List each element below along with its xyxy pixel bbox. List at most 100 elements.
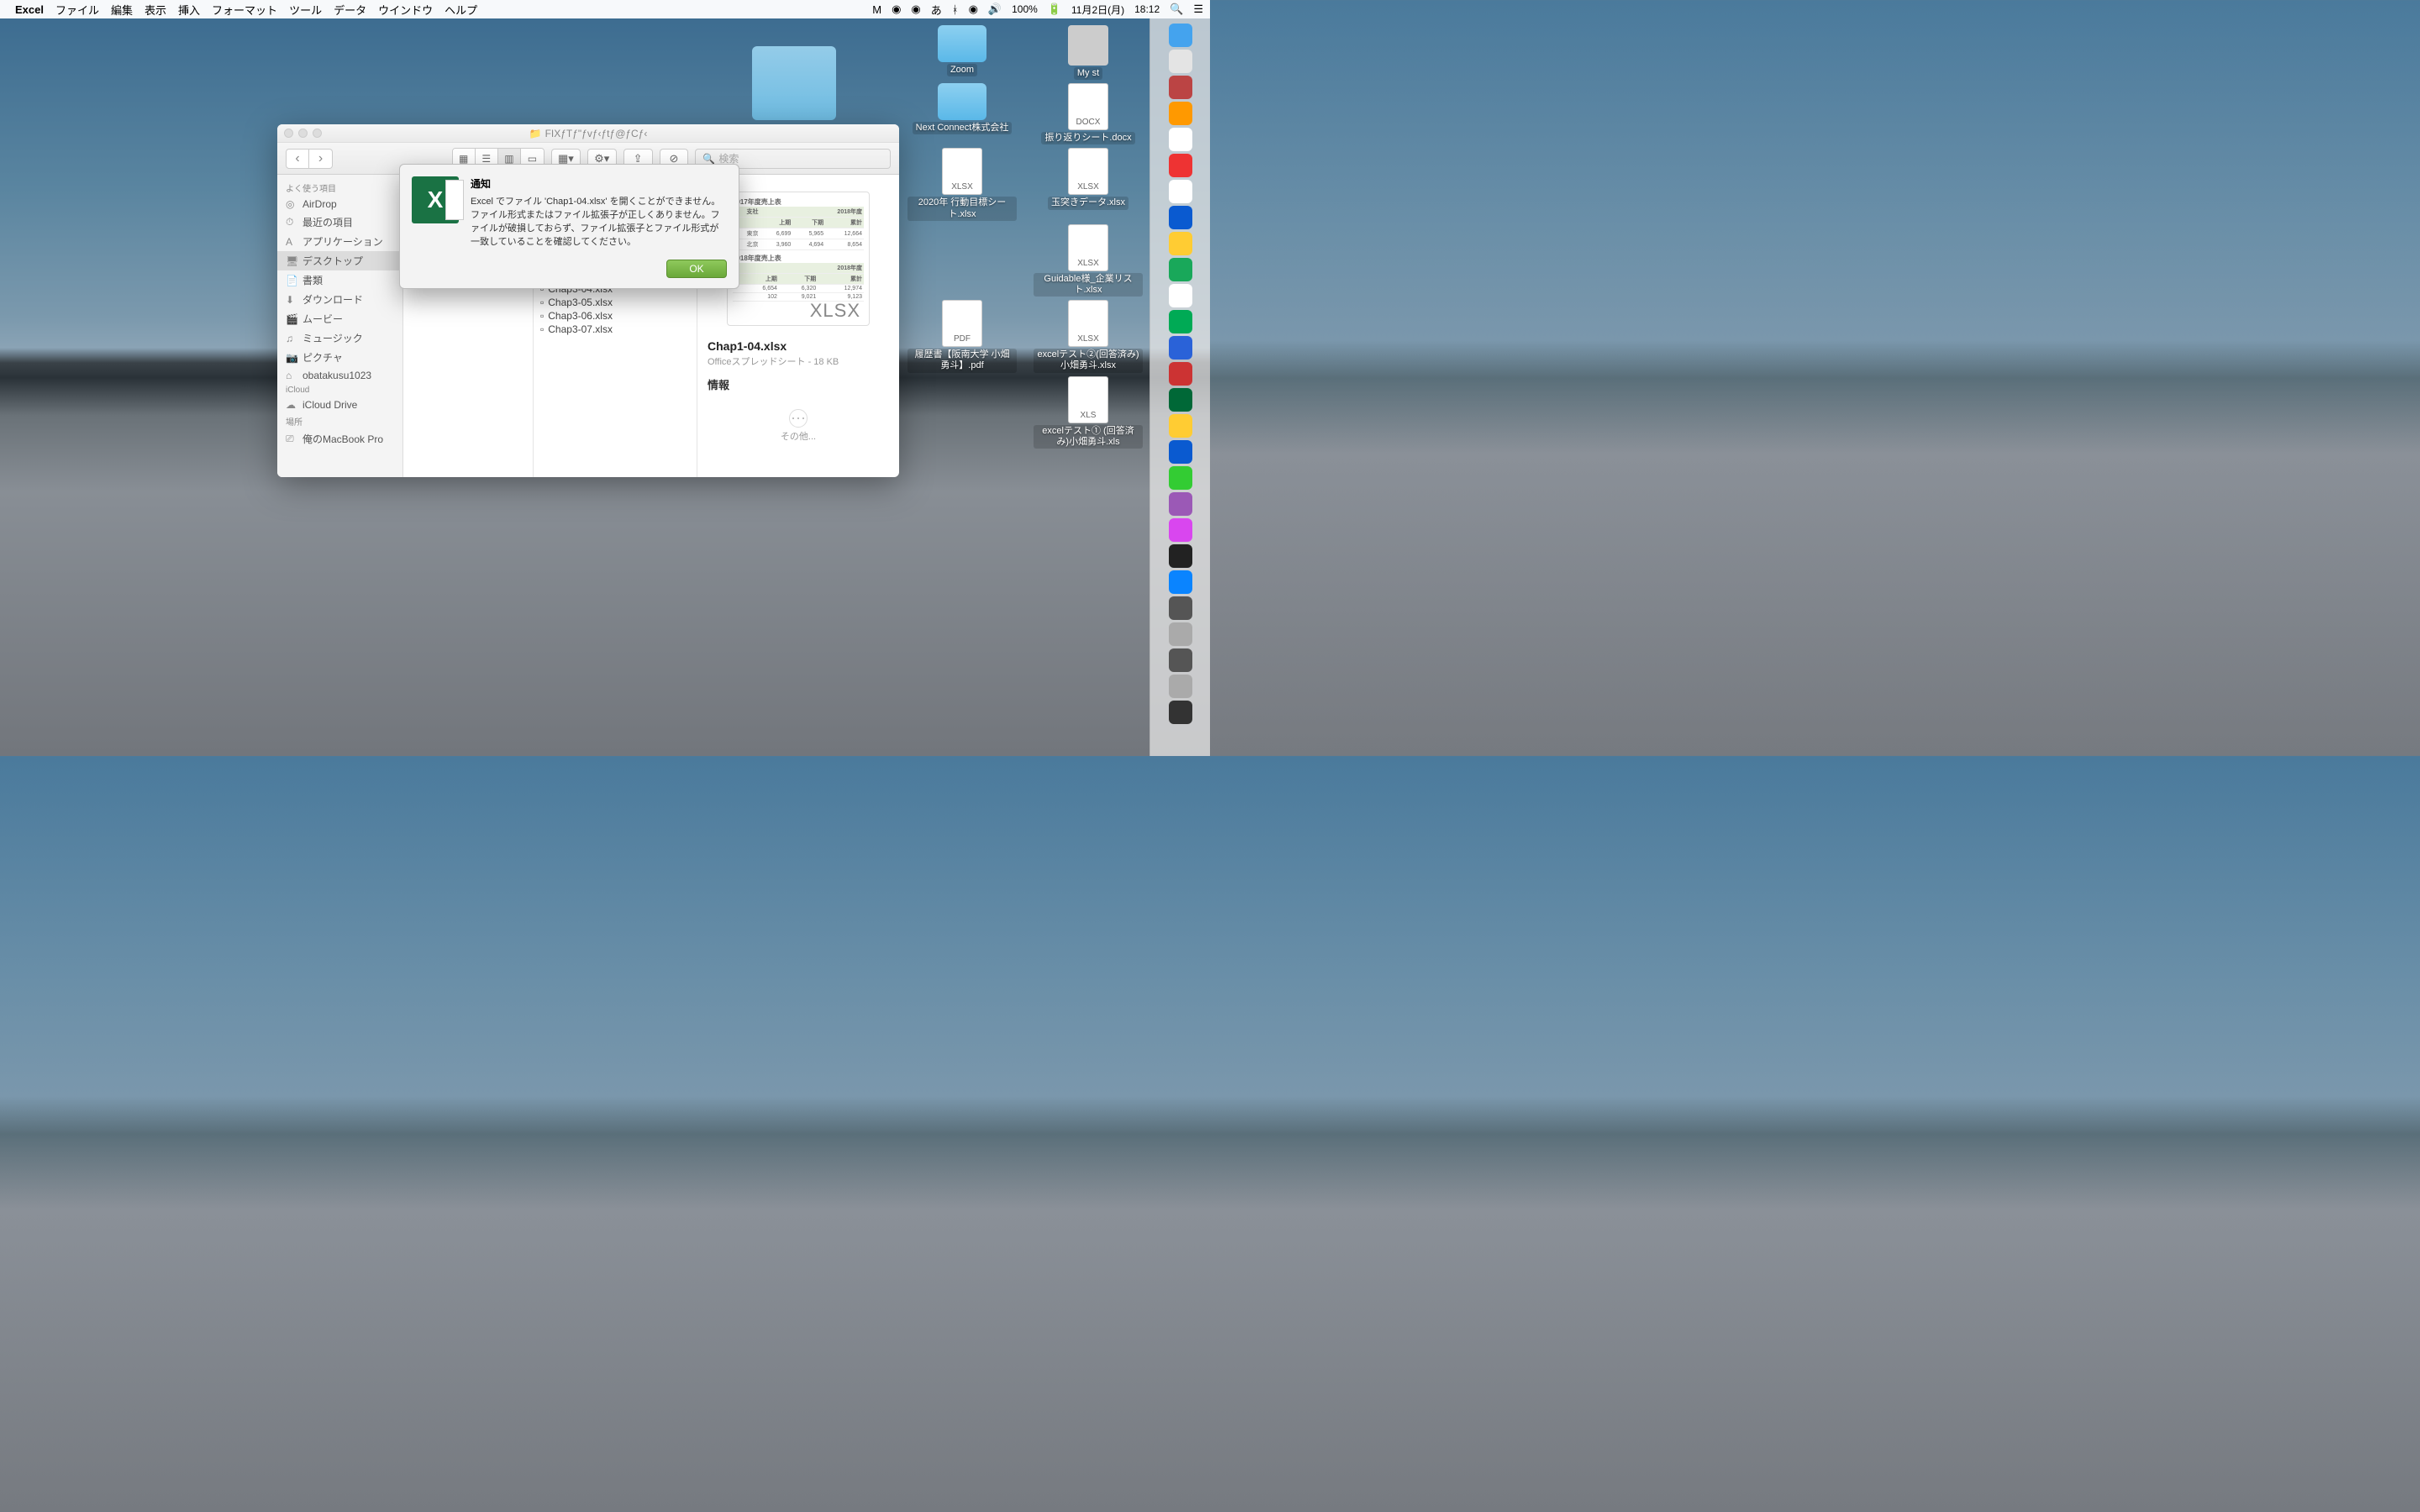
app-menu[interactable]: Excel — [15, 3, 44, 16]
sidebar-item[interactable]: 📄書類 — [277, 270, 402, 290]
wifi-icon[interactable]: ◉ — [969, 3, 978, 16]
dock-app-icon[interactable] — [1169, 128, 1192, 151]
desktop-item[interactable]: XLSXGuidable様_企業リスト.xlsx — [1034, 224, 1143, 297]
dock-app-icon[interactable] — [1169, 596, 1192, 620]
minimize-button[interactable] — [298, 129, 308, 138]
dock-app-icon[interactable] — [1169, 414, 1192, 438]
sidebar-favorites-label: よく使う項目 — [277, 180, 402, 196]
desktop-item[interactable]: XLSXexcelテスト②(回答済み)小畑勇斗.xlsx — [1034, 300, 1143, 372]
file-icon: XLSX — [1068, 300, 1108, 347]
dock-app-icon[interactable] — [1169, 701, 1192, 724]
dock-app-icon[interactable] — [1169, 76, 1192, 99]
sidebar-icon: ⬇ — [286, 294, 297, 306]
sidebar-item[interactable]: ◎AirDrop — [277, 196, 402, 213]
sidebar-item[interactable]: ☁iCloud Drive — [277, 396, 402, 413]
dock-app-icon[interactable] — [1169, 648, 1192, 672]
dock-app-icon[interactable] — [1169, 102, 1192, 125]
menu-help[interactable]: ヘルプ — [445, 2, 477, 18]
sidebar-item[interactable]: 📷ピクチャ — [277, 348, 402, 367]
bluetooth-icon[interactable]: ᚼ — [952, 3, 959, 16]
sidebar-item-label: ミュージック — [302, 331, 363, 345]
battery-icon[interactable]: 🔋 — [1048, 3, 1061, 16]
menu-edit[interactable]: 編集 — [111, 2, 133, 18]
menu-tools[interactable]: ツール — [289, 2, 322, 18]
forward-button[interactable]: › — [309, 149, 333, 169]
desktop-item[interactable]: Next Connect株式会社 — [908, 83, 1017, 144]
dock-app-icon[interactable] — [1169, 570, 1192, 594]
dock-app-icon[interactable] — [1169, 232, 1192, 255]
zoom-button[interactable] — [313, 129, 322, 138]
desktop-item[interactable]: XLSX玉突きデータ.xlsx — [1034, 148, 1143, 220]
menu-insert[interactable]: 挿入 — [178, 2, 200, 18]
sidebar-item[interactable]: ⎚俺のMacBook Pro — [277, 429, 402, 449]
ok-button[interactable]: OK — [666, 260, 727, 278]
more-button[interactable]: ⋯ — [789, 409, 808, 428]
excel-icon: X — [412, 176, 459, 223]
line-icon[interactable]: ◉ — [911, 3, 920, 16]
menu-data[interactable]: データ — [334, 2, 366, 18]
menubar-time[interactable]: 18:12 — [1134, 3, 1160, 15]
desktop-item[interactable]: XLSX2020年 行動目標シート.xlsx — [908, 148, 1017, 220]
dock-app-icon[interactable] — [1169, 154, 1192, 177]
dock-app-icon[interactable] — [1169, 362, 1192, 386]
sidebar-item[interactable]: 🖥デスクトップ — [277, 251, 402, 270]
finder-titlebar[interactable]: 📁 FIXƒTƒ"ƒvƒ‹ƒtƒ@ƒCƒ‹ — [277, 124, 899, 143]
ime-icon[interactable]: あ — [931, 2, 942, 18]
folder-icon: 📁 — [529, 128, 542, 139]
dock-app-icon[interactable] — [1169, 466, 1192, 490]
dock-app-icon[interactable] — [1169, 180, 1192, 203]
back-button[interactable]: ‹ — [286, 149, 309, 169]
menu-window[interactable]: ウインドウ — [378, 2, 433, 18]
sidebar-item[interactable]: ⏱最近の項目 — [277, 213, 402, 232]
list-item[interactable]: ▫Chap3-05.xlsx — [534, 296, 697, 309]
sidebar-item[interactable]: ⌂obatakusu1023 — [277, 367, 402, 384]
menubar-date[interactable]: 11月2日(月) — [1071, 3, 1124, 17]
list-item[interactable]: ▫Chap3-07.xlsx — [534, 323, 697, 336]
dock-app-icon[interactable] — [1169, 284, 1192, 307]
file-thumbnail: 2017年度売上表 支社2018年度 上期下期累計 東京6,6995,96512… — [727, 192, 870, 326]
desktop-item-label: 振り返りシート.docx — [1041, 132, 1134, 144]
desktop-item[interactable]: Zoom — [908, 25, 1017, 80]
desktop-item[interactable]: My st — [1034, 25, 1143, 80]
dock-app-icon[interactable] — [1169, 675, 1192, 698]
dock-app-icon[interactable] — [1169, 24, 1192, 47]
sidebar-item-label: アプリケーション — [302, 234, 383, 249]
desktop-item[interactable]: DOCX 振り返りシート.docx — [1034, 83, 1143, 144]
sidebar-item-label: iCloud Drive — [302, 399, 357, 411]
volume-icon[interactable]: 🔊 — [988, 3, 1002, 16]
sidebar-item[interactable]: 🎬ムービー — [277, 309, 402, 328]
finder-sidebar: よく使う項目 ◎AirDrop⏱最近の項目Aアプリケーション🖥デスクトップ📄書類… — [277, 175, 403, 477]
dock-app-icon[interactable] — [1169, 440, 1192, 464]
dock-app-icon[interactable] — [1169, 544, 1192, 568]
dock-app-icon[interactable] — [1169, 336, 1192, 360]
desktop-item-label: 履歴書【阪南大学 小畑勇斗】.pdf — [908, 349, 1017, 372]
close-button[interactable] — [284, 129, 293, 138]
desktop-item[interactable]: PDF履歴書【阪南大学 小畑勇斗】.pdf — [908, 300, 1017, 372]
dock-app-icon[interactable] — [1169, 206, 1192, 229]
camera-icon[interactable]: ◉ — [892, 3, 901, 16]
dock-app-icon[interactable] — [1169, 258, 1192, 281]
menu-format[interactable]: フォーマット — [212, 2, 277, 18]
dock-app-icon[interactable] — [1169, 622, 1192, 646]
preview-other-label[interactable]: その他... — [708, 429, 889, 443]
desktop-item[interactable]: XLSexcelテスト① (回答済み)小畑勇斗.xls — [1034, 376, 1143, 449]
battery-percent[interactable]: 100% — [1012, 3, 1038, 15]
spotlight-icon[interactable]: 🔍 — [1170, 3, 1183, 16]
dock-app-icon[interactable] — [1169, 310, 1192, 333]
sidebar-item[interactable]: ♫ミュージック — [277, 328, 402, 348]
sidebar-item[interactable]: ⬇ダウンロード — [277, 290, 402, 309]
list-item[interactable]: ▫Chap3-06.xlsx — [534, 309, 697, 323]
hdd-icon — [1068, 25, 1108, 66]
desktop-icons: Zoom My st Next Connect株式会社 DOCX 振り返りシート.doc… — [908, 25, 1143, 449]
menu-file[interactable]: ファイル — [55, 2, 99, 18]
menu-view[interactable]: 表示 — [145, 2, 166, 18]
sidebar-item[interactable]: Aアプリケーション — [277, 232, 402, 251]
dock-app-icon[interactable] — [1169, 492, 1192, 516]
dock-app-icon[interactable] — [1169, 388, 1192, 412]
dock-app-icon[interactable] — [1169, 518, 1192, 542]
dock-app-icon[interactable] — [1169, 50, 1192, 73]
desktop-open-folder[interactable] — [752, 46, 836, 120]
file-icon: DOCX — [1068, 83, 1108, 130]
control-center-icon[interactable]: ☰ — [1193, 3, 1203, 16]
gmail-icon[interactable]: M — [872, 3, 881, 16]
